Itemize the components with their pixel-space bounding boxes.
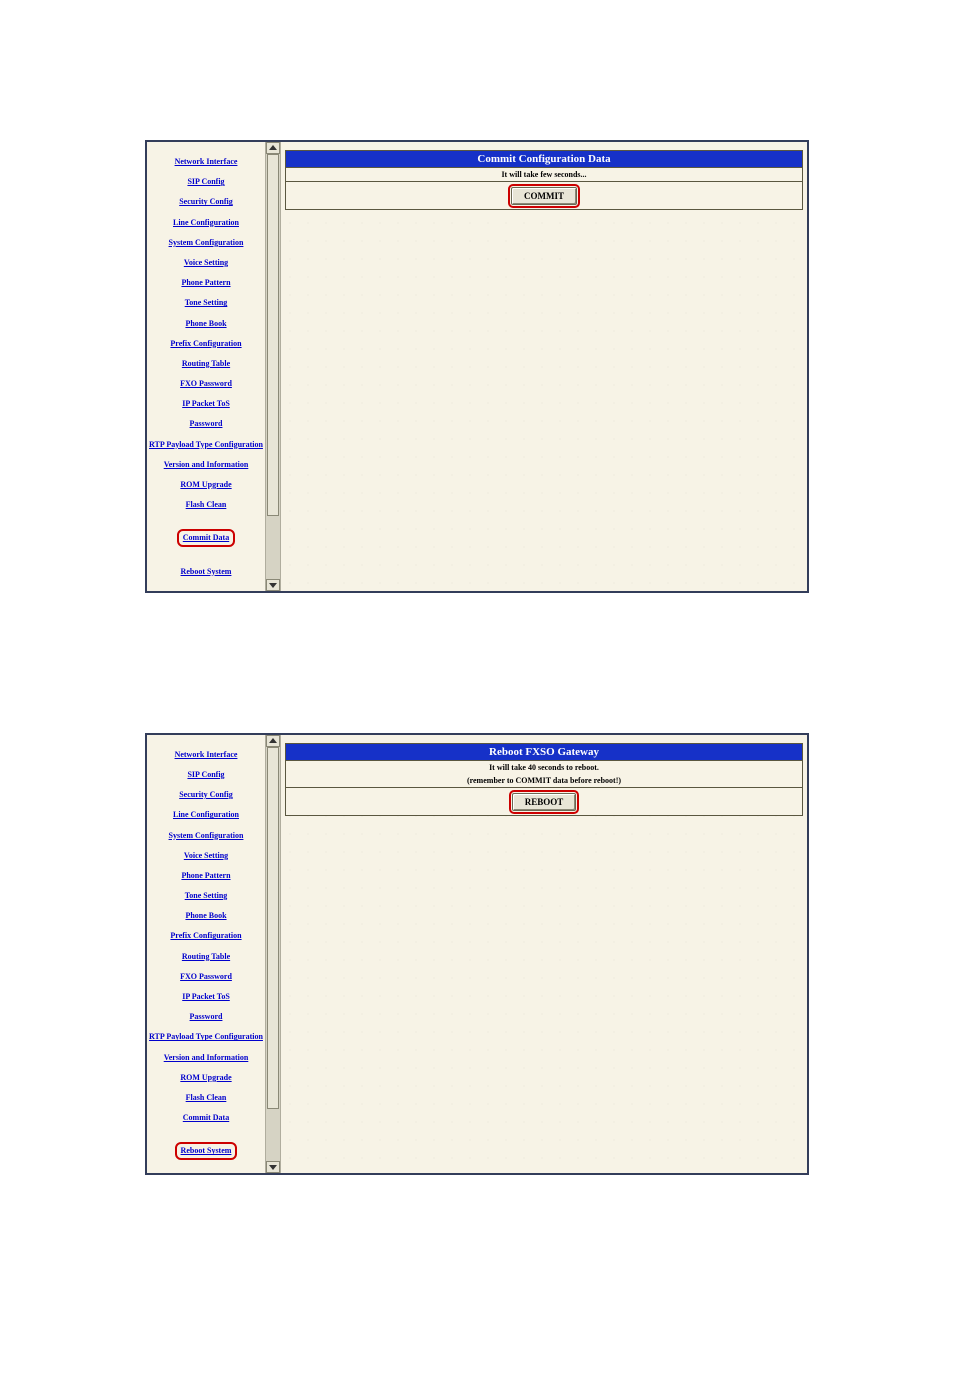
chevron-down-icon	[269, 1165, 277, 1170]
commit-button[interactable]: COMMIT	[511, 187, 577, 205]
screenshot-commit: Network Interface SIP Config Security Conf…	[145, 140, 809, 593]
nav-rtp-payload-type-configuration[interactable]: RTP Payload Type Configuration	[149, 440, 263, 449]
nav-system-configuration[interactable]: System Configuration	[149, 238, 263, 247]
nav-flash-clean[interactable]: Flash Clean	[149, 1093, 263, 1102]
chevron-down-icon	[269, 583, 277, 588]
nav-voice-setting[interactable]: Voice Setting	[149, 258, 263, 267]
nav-ip-packet-tos[interactable]: IP Packet ToS	[149, 992, 263, 1001]
chevron-up-icon	[269, 738, 277, 743]
nav-version-and-information[interactable]: Version and Information	[149, 460, 263, 469]
scroll-down-button[interactable]	[266, 579, 280, 591]
panel-title: Reboot FXSO Gateway	[285, 743, 803, 761]
nav-security-config[interactable]: Security Config	[149, 790, 263, 799]
nav-reboot-system[interactable]: Reboot System	[149, 567, 263, 576]
nav-prefix-configuration[interactable]: Prefix Configuration	[149, 339, 263, 348]
nav-network-interface[interactable]: Network Interface	[149, 157, 263, 166]
nav-voice-setting[interactable]: Voice Setting	[149, 851, 263, 860]
reboot-button[interactable]: REBOOT	[512, 793, 577, 811]
sidebar-scrollbar[interactable]	[265, 142, 281, 591]
nav-line-configuration[interactable]: Line Configuration	[149, 218, 263, 227]
content-pane: Commit Configuration Data It will take f…	[281, 142, 807, 591]
panel-subtext-1: It will take 40 seconds to reboot.	[285, 761, 803, 774]
scroll-thumb[interactable]	[267, 747, 279, 1109]
nav-version-and-information[interactable]: Version and Information	[149, 1053, 263, 1062]
scroll-up-button[interactable]	[266, 142, 280, 154]
nav-ip-packet-tos[interactable]: IP Packet ToS	[149, 399, 263, 408]
nav-rom-upgrade[interactable]: ROM Upgrade	[149, 1073, 263, 1082]
nav-line-configuration[interactable]: Line Configuration	[149, 810, 263, 819]
chevron-up-icon	[269, 145, 277, 150]
nav-prefix-configuration[interactable]: Prefix Configuration	[149, 931, 263, 940]
nav-fxo-password[interactable]: FXO Password	[149, 972, 263, 981]
nav-rom-upgrade[interactable]: ROM Upgrade	[149, 480, 263, 489]
screenshot-reboot: Network Interface SIP Config Security Conf…	[145, 733, 809, 1175]
scroll-down-button[interactable]	[266, 1161, 280, 1173]
sidebar: Network Interface SIP Config Security Conf…	[147, 735, 265, 1173]
nav-fxo-password[interactable]: FXO Password	[149, 379, 263, 388]
nav-tone-setting[interactable]: Tone Setting	[149, 891, 263, 900]
nav-routing-table[interactable]: Routing Table	[149, 952, 263, 961]
nav-tone-setting[interactable]: Tone Setting	[149, 298, 263, 307]
scroll-thumb[interactable]	[267, 154, 279, 516]
nav-security-config[interactable]: Security Config	[149, 197, 263, 206]
nav-rtp-payload-type-configuration[interactable]: RTP Payload Type Configuration	[149, 1032, 263, 1041]
scroll-up-button[interactable]	[266, 735, 280, 747]
nav-commit-data[interactable]: Commit Data	[177, 529, 235, 546]
panel-button-row: COMMIT	[285, 182, 803, 210]
nav-phone-book[interactable]: Phone Book	[149, 911, 263, 920]
panel-subtext-2: (remember to COMMIT data before reboot!)	[285, 774, 803, 788]
content-pane: Reboot FXSO Gateway It will take 40 seco…	[281, 735, 807, 1173]
nav-commit-data[interactable]: Commit Data	[149, 1113, 263, 1122]
nav-sip-config[interactable]: SIP Config	[149, 177, 263, 186]
nav-password[interactable]: Password	[149, 1012, 263, 1021]
nav-password[interactable]: Password	[149, 419, 263, 428]
panel-button-row: REBOOT	[285, 788, 803, 816]
sidebar: Network Interface SIP Config Security Conf…	[147, 142, 265, 591]
nav-sip-config[interactable]: SIP Config	[149, 770, 263, 779]
nav-phone-pattern[interactable]: Phone Pattern	[149, 871, 263, 880]
nav-routing-table[interactable]: Routing Table	[149, 359, 263, 368]
nav-phone-book[interactable]: Phone Book	[149, 319, 263, 328]
nav-phone-pattern[interactable]: Phone Pattern	[149, 278, 263, 287]
nav-network-interface[interactable]: Network Interface	[149, 750, 263, 759]
nav-reboot-system[interactable]: Reboot System	[175, 1142, 238, 1159]
panel-subtext: It will take few seconds...	[285, 168, 803, 182]
nav-flash-clean[interactable]: Flash Clean	[149, 500, 263, 509]
sidebar-scrollbar[interactable]	[265, 735, 281, 1173]
panel-title: Commit Configuration Data	[285, 150, 803, 168]
nav-system-configuration[interactable]: System Configuration	[149, 831, 263, 840]
